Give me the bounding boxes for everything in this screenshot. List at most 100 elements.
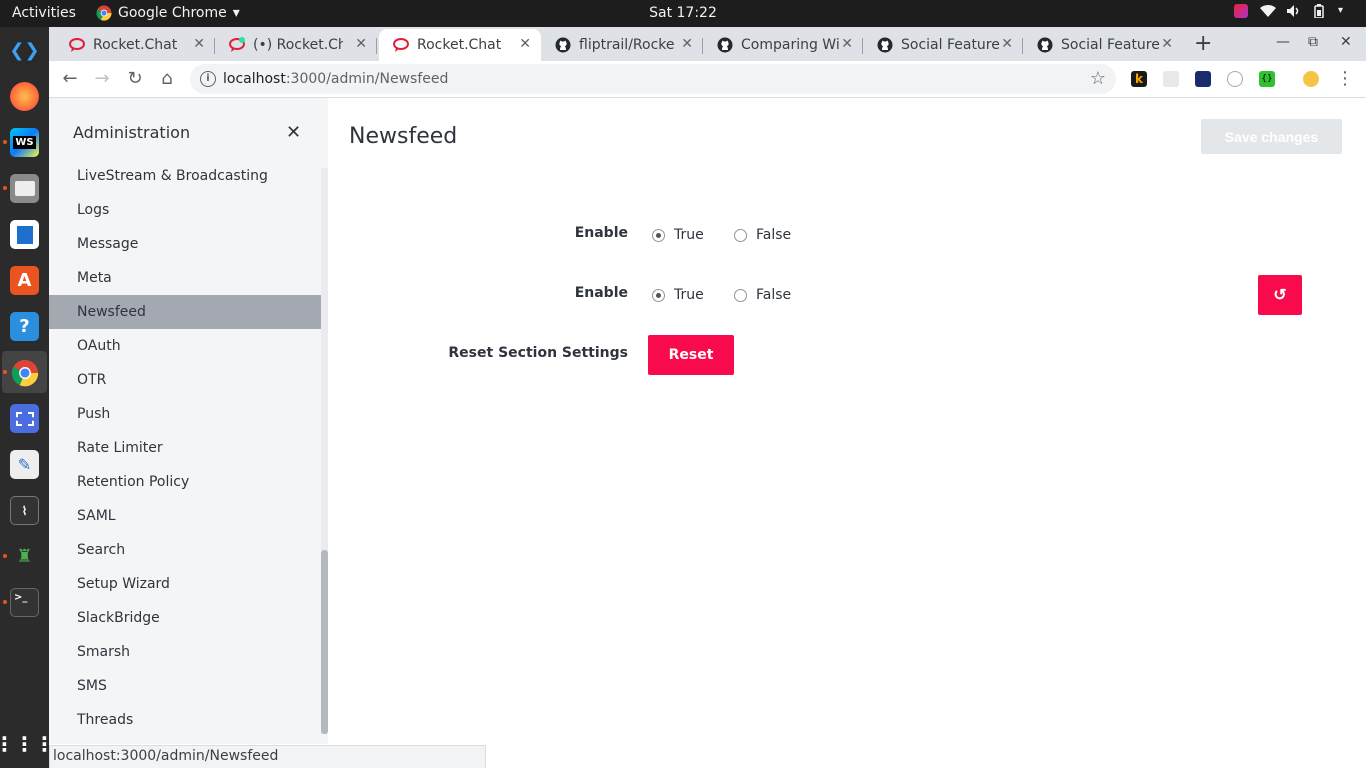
- radio-true-1[interactable]: True: [652, 227, 704, 243]
- sidebar-item-threads[interactable]: Threads: [49, 703, 321, 737]
- text-editor-icon[interactable]: ✎: [10, 450, 39, 479]
- tab-label: Rocket.Chat: [417, 37, 502, 53]
- sidebar-item-setup-wizard[interactable]: Setup Wizard: [49, 567, 321, 601]
- address-bar[interactable]: i localhost:3000/admin/Newsfeed ☆: [190, 64, 1116, 94]
- radio-label-false: False: [756, 287, 792, 303]
- reset-setting-button[interactable]: ↺: [1258, 275, 1302, 315]
- home-icon[interactable]: ⌂: [156, 68, 178, 89]
- sidebar-item-message[interactable]: Message: [49, 227, 321, 261]
- chrome-menu-icon[interactable]: ⋮: [1334, 68, 1356, 89]
- radio-circle-checked[interactable]: [652, 288, 665, 302]
- close-tab-icon[interactable]: ✕: [1161, 36, 1173, 52]
- tab-github-comparing[interactable]: Comparing Wi ✕: [703, 29, 863, 61]
- github-icon: [717, 37, 733, 53]
- os-top-bar: Activities Google Chrome ▾ Sat 17:22 ▾: [0, 0, 1366, 27]
- radio-circle[interactable]: [734, 288, 747, 302]
- tab-rocketchat-notify[interactable]: (•) Rocket.Cha ✕: [215, 29, 377, 61]
- help-icon[interactable]: ?: [10, 312, 39, 341]
- system-monitor-icon[interactable]: ⌇: [10, 496, 39, 525]
- minimize-icon[interactable]: —: [1276, 34, 1290, 50]
- tab-strip: Rocket.Chat D ✕ (•) Rocket.Cha ✕ Rocket.…: [49, 27, 1366, 61]
- keepa-extension-icon[interactable]: k: [1131, 71, 1147, 87]
- github-icon: [555, 37, 571, 53]
- running-indicator: [3, 554, 7, 558]
- github-icon: [1037, 37, 1053, 53]
- extension-timer-icon[interactable]: [1227, 71, 1243, 87]
- sidebar-item-saml[interactable]: SAML: [49, 499, 321, 533]
- wifi-icon: [1260, 4, 1276, 18]
- extension-grid-icon[interactable]: [1163, 71, 1179, 87]
- clock[interactable]: Sat 17:22: [0, 5, 1366, 21]
- extension-dark-icon[interactable]: [1195, 71, 1211, 87]
- radio-true-2[interactable]: True: [652, 287, 704, 303]
- tab-github-social-1[interactable]: Social Feature ✕: [863, 29, 1023, 61]
- screenshot-icon[interactable]: [10, 404, 39, 433]
- rocketchat-icon: [229, 37, 245, 52]
- rocketchat-icon: [69, 38, 85, 52]
- terminal-icon[interactable]: >_: [10, 588, 39, 617]
- close-tab-icon[interactable]: ✕: [193, 36, 205, 52]
- radio-label-true: True: [674, 227, 704, 243]
- vscode-icon[interactable]: ❮❯: [9, 36, 40, 65]
- sidebar-item-rate-limiter[interactable]: Rate Limiter: [49, 431, 321, 465]
- close-icon[interactable]: ✕: [286, 122, 301, 143]
- site-info-icon[interactable]: i: [200, 71, 216, 87]
- close-tab-icon[interactable]: ✕: [355, 36, 367, 52]
- back-icon[interactable]: ←: [59, 68, 81, 89]
- writer-icon[interactable]: [10, 220, 39, 249]
- sidebar-item-slackbridge[interactable]: SlackBridge: [49, 601, 321, 635]
- sidebar-item-oauth[interactable]: OAuth: [49, 329, 321, 363]
- radio-circle-checked[interactable]: [652, 228, 665, 242]
- forward-icon[interactable]: →: [91, 68, 113, 89]
- setting-label-enable-1: Enable: [574, 225, 628, 241]
- sidebar-item-push[interactable]: Push: [49, 397, 321, 431]
- restore-icon[interactable]: ⧉: [1308, 34, 1318, 50]
- emoji-extension-icon[interactable]: [1303, 71, 1319, 87]
- software-center-icon[interactable]: A: [10, 266, 39, 295]
- running-indicator: [3, 600, 7, 604]
- sidebar-item-search[interactable]: Search: [49, 533, 321, 567]
- sidebar-title: Administration: [73, 123, 191, 142]
- tab-github-fliptrail[interactable]: fliptrail/Rocke ✕: [541, 29, 703, 61]
- url-text[interactable]: localhost:3000/admin/Newsfeed: [223, 71, 448, 87]
- radio-false-2[interactable]: False: [734, 287, 791, 303]
- settings-panel: Newsfeed Save changes Enable True False …: [328, 98, 1366, 768]
- sidebar-item-newsfeed[interactable]: Newsfeed: [49, 295, 321, 329]
- sidebar-item-otr[interactable]: OTR: [49, 363, 321, 397]
- reload-icon[interactable]: ↻: [124, 68, 146, 89]
- tab-label: (•) Rocket.Cha: [253, 37, 343, 53]
- bookmark-star-icon[interactable]: ☆: [1090, 68, 1106, 89]
- sidebar-item-smarsh[interactable]: Smarsh: [49, 635, 321, 669]
- system-tray[interactable]: ▾: [1234, 4, 1352, 19]
- radio-false-1[interactable]: False: [734, 227, 791, 243]
- rocketchat-desktop-icon[interactable]: ♜: [10, 542, 39, 571]
- tab-rocketchat-docs[interactable]: Rocket.Chat D ✕: [55, 29, 215, 61]
- firefox-icon[interactable]: [10, 82, 39, 111]
- close-tab-icon[interactable]: ✕: [519, 36, 531, 52]
- close-tab-icon[interactable]: ✕: [1001, 36, 1013, 52]
- sidebar-item-meta[interactable]: Meta: [49, 261, 321, 295]
- sidebar-scrollbar-thumb[interactable]: [321, 550, 328, 734]
- sidebar-item-logs[interactable]: Logs: [49, 193, 321, 227]
- json-extension-icon[interactable]: {}: [1259, 71, 1275, 87]
- save-changes-button[interactable]: Save changes: [1201, 119, 1342, 154]
- sidebar-item-livestream[interactable]: LiveStream & Broadcasting: [49, 159, 321, 193]
- chrome-dock-icon[interactable]: [10, 358, 39, 387]
- close-tab-icon[interactable]: ✕: [681, 36, 693, 52]
- admin-sidebar: Administration ✕ LiveStream & Broadcasti…: [49, 98, 328, 744]
- browser-toolbar: ← → ↻ ⌂ i localhost:3000/admin/Newsfeed …: [49, 61, 1366, 98]
- webstorm-icon[interactable]: WS: [10, 128, 39, 157]
- tab-rocketchat-active[interactable]: Rocket.Chat ✕: [379, 29, 541, 61]
- reset-section-button[interactable]: Reset: [648, 335, 734, 375]
- close-tab-icon[interactable]: ✕: [841, 36, 853, 52]
- sidebar-item-retention-policy[interactable]: Retention Policy: [49, 465, 321, 499]
- sidebar-item-sms[interactable]: SMS: [49, 669, 321, 703]
- undo-icon: ↺: [1273, 287, 1287, 304]
- radio-circle[interactable]: [734, 228, 747, 242]
- files-icon[interactable]: [10, 174, 39, 203]
- sidebar-list: LiveStream & Broadcasting Logs Message M…: [49, 159, 321, 737]
- tab-github-social-2[interactable]: Social Feature ✕: [1023, 29, 1183, 61]
- new-tab-button[interactable]: +: [1194, 31, 1212, 56]
- close-window-icon[interactable]: ✕: [1340, 34, 1352, 50]
- show-apps-icon[interactable]: ⋮⋮⋮: [0, 729, 55, 758]
